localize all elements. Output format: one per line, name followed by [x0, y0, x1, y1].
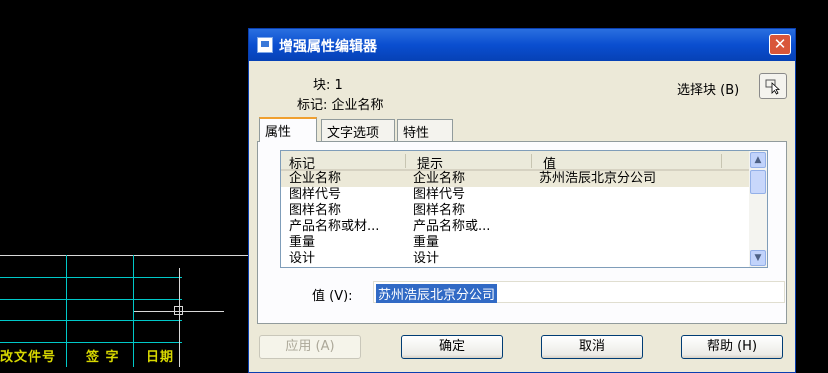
row-prompt: 设计	[413, 251, 440, 266]
row-tag: 重量	[289, 235, 316, 250]
row-prompt: 产品名称或...	[413, 219, 491, 234]
cad-table-line	[0, 342, 182, 343]
enhanced-attribute-editor-dialog: 增强属性编辑器 ✕ 块: 1 标记: 企业名称 选择块 (B) 属性 文字选项 …	[248, 28, 796, 373]
column-separator	[405, 154, 406, 168]
cad-table-line	[66, 255, 67, 367]
row-tag: 图样名称	[289, 203, 342, 218]
cad-frame-line	[179, 268, 180, 367]
list-vertical-scrollbar[interactable]: ▲ ▼	[749, 151, 767, 267]
attribute-list-header: 标记 提示 值	[281, 151, 751, 172]
tab-attributes[interactable]: 属性	[259, 117, 317, 142]
chevron-down-icon: ▼	[754, 253, 762, 263]
cad-text-signature: 签 字	[86, 350, 120, 365]
attribute-row[interactable]: 产品名称或材... 产品名称或...	[281, 219, 751, 235]
cad-table-line	[0, 299, 182, 300]
attribute-row[interactable]: 企业名称 企业名称 苏州浩辰北京分公司	[281, 171, 751, 187]
attribute-row[interactable]: 重量 重量	[281, 235, 751, 251]
attribute-row[interactable]: 图样名称 图样名称	[281, 203, 751, 219]
row-tag: 企业名称	[289, 171, 342, 186]
pick-block-icon	[765, 79, 781, 95]
cad-text-date: 日期	[146, 350, 175, 365]
chevron-up-icon: ▲	[754, 155, 762, 165]
row-prompt: 图样代号	[413, 187, 466, 202]
row-tag: 产品名称或材...	[289, 219, 380, 234]
ok-button[interactable]: 确定	[401, 335, 503, 359]
select-block-button[interactable]	[759, 73, 787, 99]
cad-text-revision-no: 改文件号	[0, 350, 57, 365]
dialog-title-bar[interactable]: 增强属性编辑器 ✕	[249, 29, 795, 61]
column-separator	[721, 154, 722, 168]
row-tag: 图样代号	[289, 187, 342, 202]
value-input-text: 苏州浩辰北京分公司	[376, 284, 498, 303]
apply-button[interactable]: 应用 (A)	[259, 335, 361, 359]
cad-table-line	[0, 277, 182, 278]
tag-label: 标记: 企业名称	[297, 98, 384, 113]
attributes-tab-panel: 标记 提示 值 企业名称 企业名称 苏州浩辰北京分公司 图样代号 图样代号 图样…	[257, 141, 787, 324]
row-prompt: 企业名称	[413, 171, 466, 186]
cad-frame-line	[0, 255, 248, 256]
attribute-list[interactable]: 标记 提示 值 企业名称 企业名称 苏州浩辰北京分公司 图样代号 图样代号 图样…	[280, 150, 768, 268]
scroll-up-button[interactable]: ▲	[750, 152, 766, 168]
close-icon: ✕	[773, 35, 787, 53]
scroll-thumb[interactable]	[750, 170, 766, 194]
block-count-label: 块: 1	[313, 78, 343, 93]
tab-properties[interactable]: 特性	[397, 119, 453, 141]
cad-table-line	[0, 320, 182, 321]
tab-text-options[interactable]: 文字选项	[321, 119, 395, 141]
cancel-button[interactable]: 取消	[541, 335, 643, 359]
close-button[interactable]: ✕	[769, 34, 791, 55]
value-input[interactable]: 苏州浩辰北京分公司	[373, 281, 785, 303]
scroll-down-button[interactable]: ▼	[750, 250, 766, 266]
column-separator	[531, 154, 532, 168]
row-prompt: 重量	[413, 235, 440, 250]
dialog-title: 增强属性编辑器	[279, 39, 377, 55]
row-prompt: 图样名称	[413, 203, 466, 218]
row-value: 苏州浩辰北京分公司	[539, 171, 657, 186]
app-icon	[257, 37, 273, 53]
attribute-row[interactable]: 图样代号 图样代号	[281, 187, 751, 203]
select-block-label: 选择块 (B)	[677, 83, 740, 98]
column-header-value[interactable]: 值	[543, 153, 556, 172]
value-label: 值 (V):	[312, 289, 353, 304]
attribute-row[interactable]: 设计 设计	[281, 251, 751, 267]
row-tag: 设计	[289, 251, 316, 266]
column-header-tag[interactable]: 标记	[289, 153, 315, 172]
column-header-prompt[interactable]: 提示	[417, 153, 443, 172]
crosshair-pickbox	[174, 306, 183, 315]
help-button[interactable]: 帮助 (H)	[681, 335, 783, 359]
